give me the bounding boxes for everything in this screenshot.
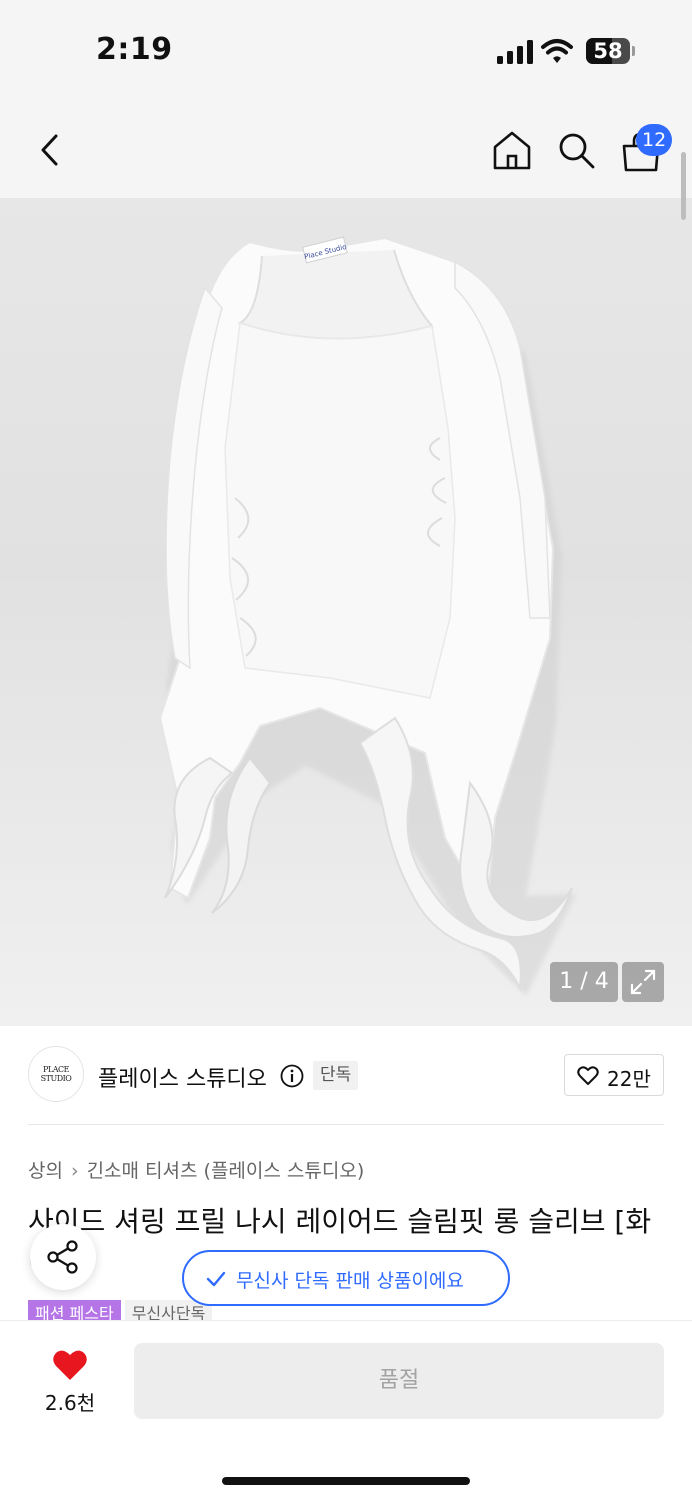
chevron-right-icon: ›: [70, 1160, 79, 1182]
product-tags: 패션 페스타 무신사단독: [28, 1300, 213, 1322]
scroll-indicator: [681, 152, 686, 220]
breadcrumb-category[interactable]: 상의: [28, 1160, 63, 1182]
brand-logo-text: PLACE STUDIO: [40, 1065, 72, 1083]
battery-icon: 58: [586, 38, 630, 64]
heart-filled-icon[interactable]: [52, 1348, 88, 1382]
home-indicator: [222, 1477, 470, 1485]
sold-out-button[interactable]: 품절: [134, 1343, 664, 1419]
info-icon[interactable]: [280, 1064, 304, 1088]
battery-tip: [632, 46, 635, 56]
cart-count-badge: 12: [636, 124, 673, 156]
breadcrumb: 상의 › 긴소매 티셔츠 (플레이스 스튜디오): [28, 1156, 364, 1183]
home-icon[interactable]: [492, 130, 532, 170]
fashion-festa-tag: 패션 페스타: [28, 1300, 121, 1322]
exclusive-tag: 단독: [313, 1061, 359, 1090]
bottom-action-bar: 2.6천 품절: [0, 1320, 692, 1500]
brand-logo[interactable]: PLACE STUDIO: [28, 1046, 84, 1102]
expand-icon: [630, 969, 656, 995]
back-chevron-icon[interactable]: [30, 128, 70, 172]
wish-count: 2.6천: [44, 1391, 96, 1415]
brand-name[interactable]: 플레이스 스튜디오: [98, 1061, 267, 1093]
image-pager: 1 / 4: [550, 962, 618, 1002]
expand-button[interactable]: [622, 962, 664, 1002]
wifi-icon: [541, 39, 573, 63]
check-icon: [206, 1271, 226, 1287]
toast-text: 무신사 단독 판매 상품이에요: [236, 1270, 464, 1292]
top-navigation: [0, 100, 692, 198]
status-bar: 2:19 58: [0, 0, 692, 100]
battery-percent: 58: [593, 39, 623, 63]
section-divider: [28, 1124, 664, 1125]
product-image[interactable]: Place Studio: [0, 198, 692, 1026]
exclusive-toast: 무신사 단독 판매 상품이에요: [182, 1250, 510, 1306]
brand-like-button[interactable]: 22만: [564, 1054, 664, 1096]
search-icon[interactable]: [556, 130, 596, 170]
share-icon: [47, 1240, 78, 1274]
heart-outline-icon: [577, 1066, 599, 1085]
garment-illustration: Place Studio: [158, 236, 576, 996]
breadcrumb-subcategory[interactable]: 긴소매 티셔츠 (플레이스 스튜디오): [87, 1160, 365, 1182]
product-detail-screen: 2:19 58 12 Place Studio 1 / 4 PLACE STUD…: [0, 0, 692, 1500]
share-button[interactable]: [30, 1224, 96, 1290]
cellular-signal-icon: [497, 40, 533, 64]
brand-like-count: 22만: [607, 1067, 651, 1091]
status-time: 2:19: [96, 32, 173, 67]
